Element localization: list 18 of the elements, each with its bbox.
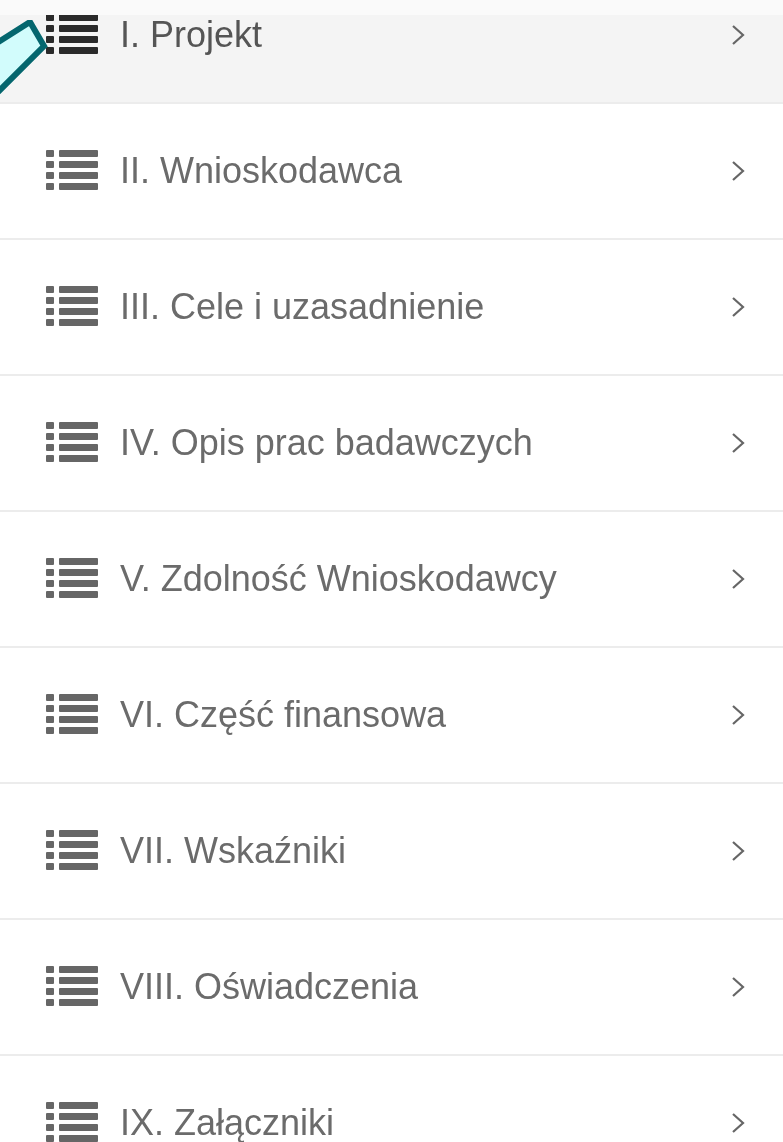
- list-icon: [46, 285, 98, 329]
- list-icon: [46, 557, 98, 601]
- list-icon: [46, 421, 98, 465]
- list-icon: [46, 693, 98, 737]
- chevron-icon: [731, 24, 745, 46]
- list-icon: [46, 829, 98, 873]
- list-icon: [46, 965, 98, 1009]
- chevron-icon: [731, 160, 745, 182]
- chevron-icon: [731, 1112, 745, 1134]
- chevron-icon: [731, 432, 745, 454]
- list-icon: [46, 13, 98, 57]
- list-icon: [46, 149, 98, 193]
- chevron-icon: [731, 840, 745, 862]
- chevron-icon: [731, 704, 745, 726]
- chevron-icon: [731, 568, 745, 590]
- chevron-icon: [731, 296, 745, 318]
- list-icon: [46, 1101, 98, 1142]
- chevron-icon: [731, 976, 745, 998]
